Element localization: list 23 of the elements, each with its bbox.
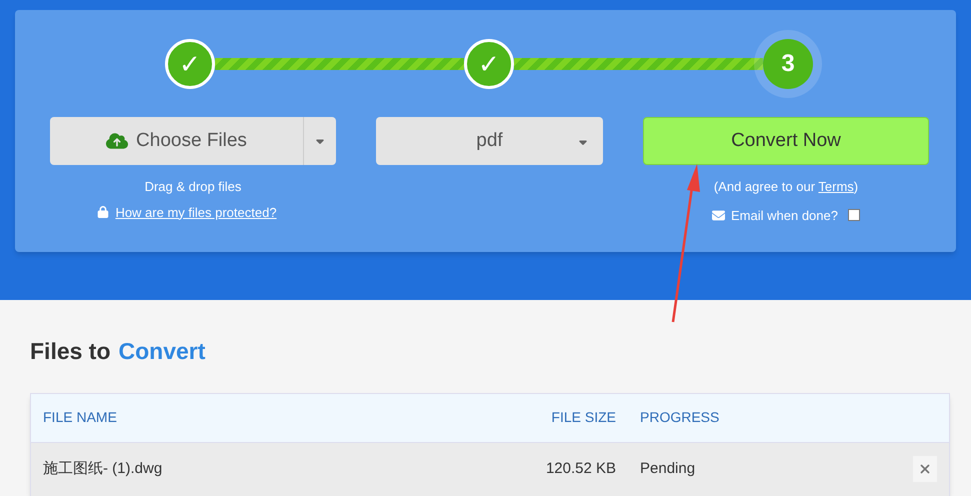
table-cell-text: 施工图纸- (1).dwg <box>42 458 164 479</box>
format-select[interactable]: pdf <box>376 117 603 165</box>
lock-icon <box>97 206 110 218</box>
envelope-icon <box>712 208 726 222</box>
column-header: FILE SIZE <box>550 408 616 427</box>
choose-files-button[interactable]: Choose Files <box>50 117 336 165</box>
convert-now-button[interactable]: Convert Now <box>643 117 929 165</box>
column-header: FILE NAME <box>42 408 118 427</box>
email-label: Email when done? <box>731 206 838 224</box>
step-indicator: ✓ <box>165 39 215 89</box>
choose-files-label: Choose Files <box>136 128 247 153</box>
step-indicator: 3 <box>763 39 813 89</box>
remove-button[interactable] <box>913 456 937 482</box>
drag-drop-hint: Drag & drop files <box>144 178 242 196</box>
section-title-accent: Convert <box>118 337 206 366</box>
table-cell-text: 120.52 KB <box>544 458 616 479</box>
terms-note: (And agree to our Terms) <box>714 178 858 196</box>
email-checkbox[interactable] <box>848 209 860 222</box>
table-cell-text: Pending <box>639 458 696 479</box>
column-header: PROGRESS <box>639 408 720 427</box>
section-title: Files to <box>30 337 111 366</box>
close-icon <box>918 462 932 476</box>
step-indicator: ✓ <box>464 39 514 89</box>
